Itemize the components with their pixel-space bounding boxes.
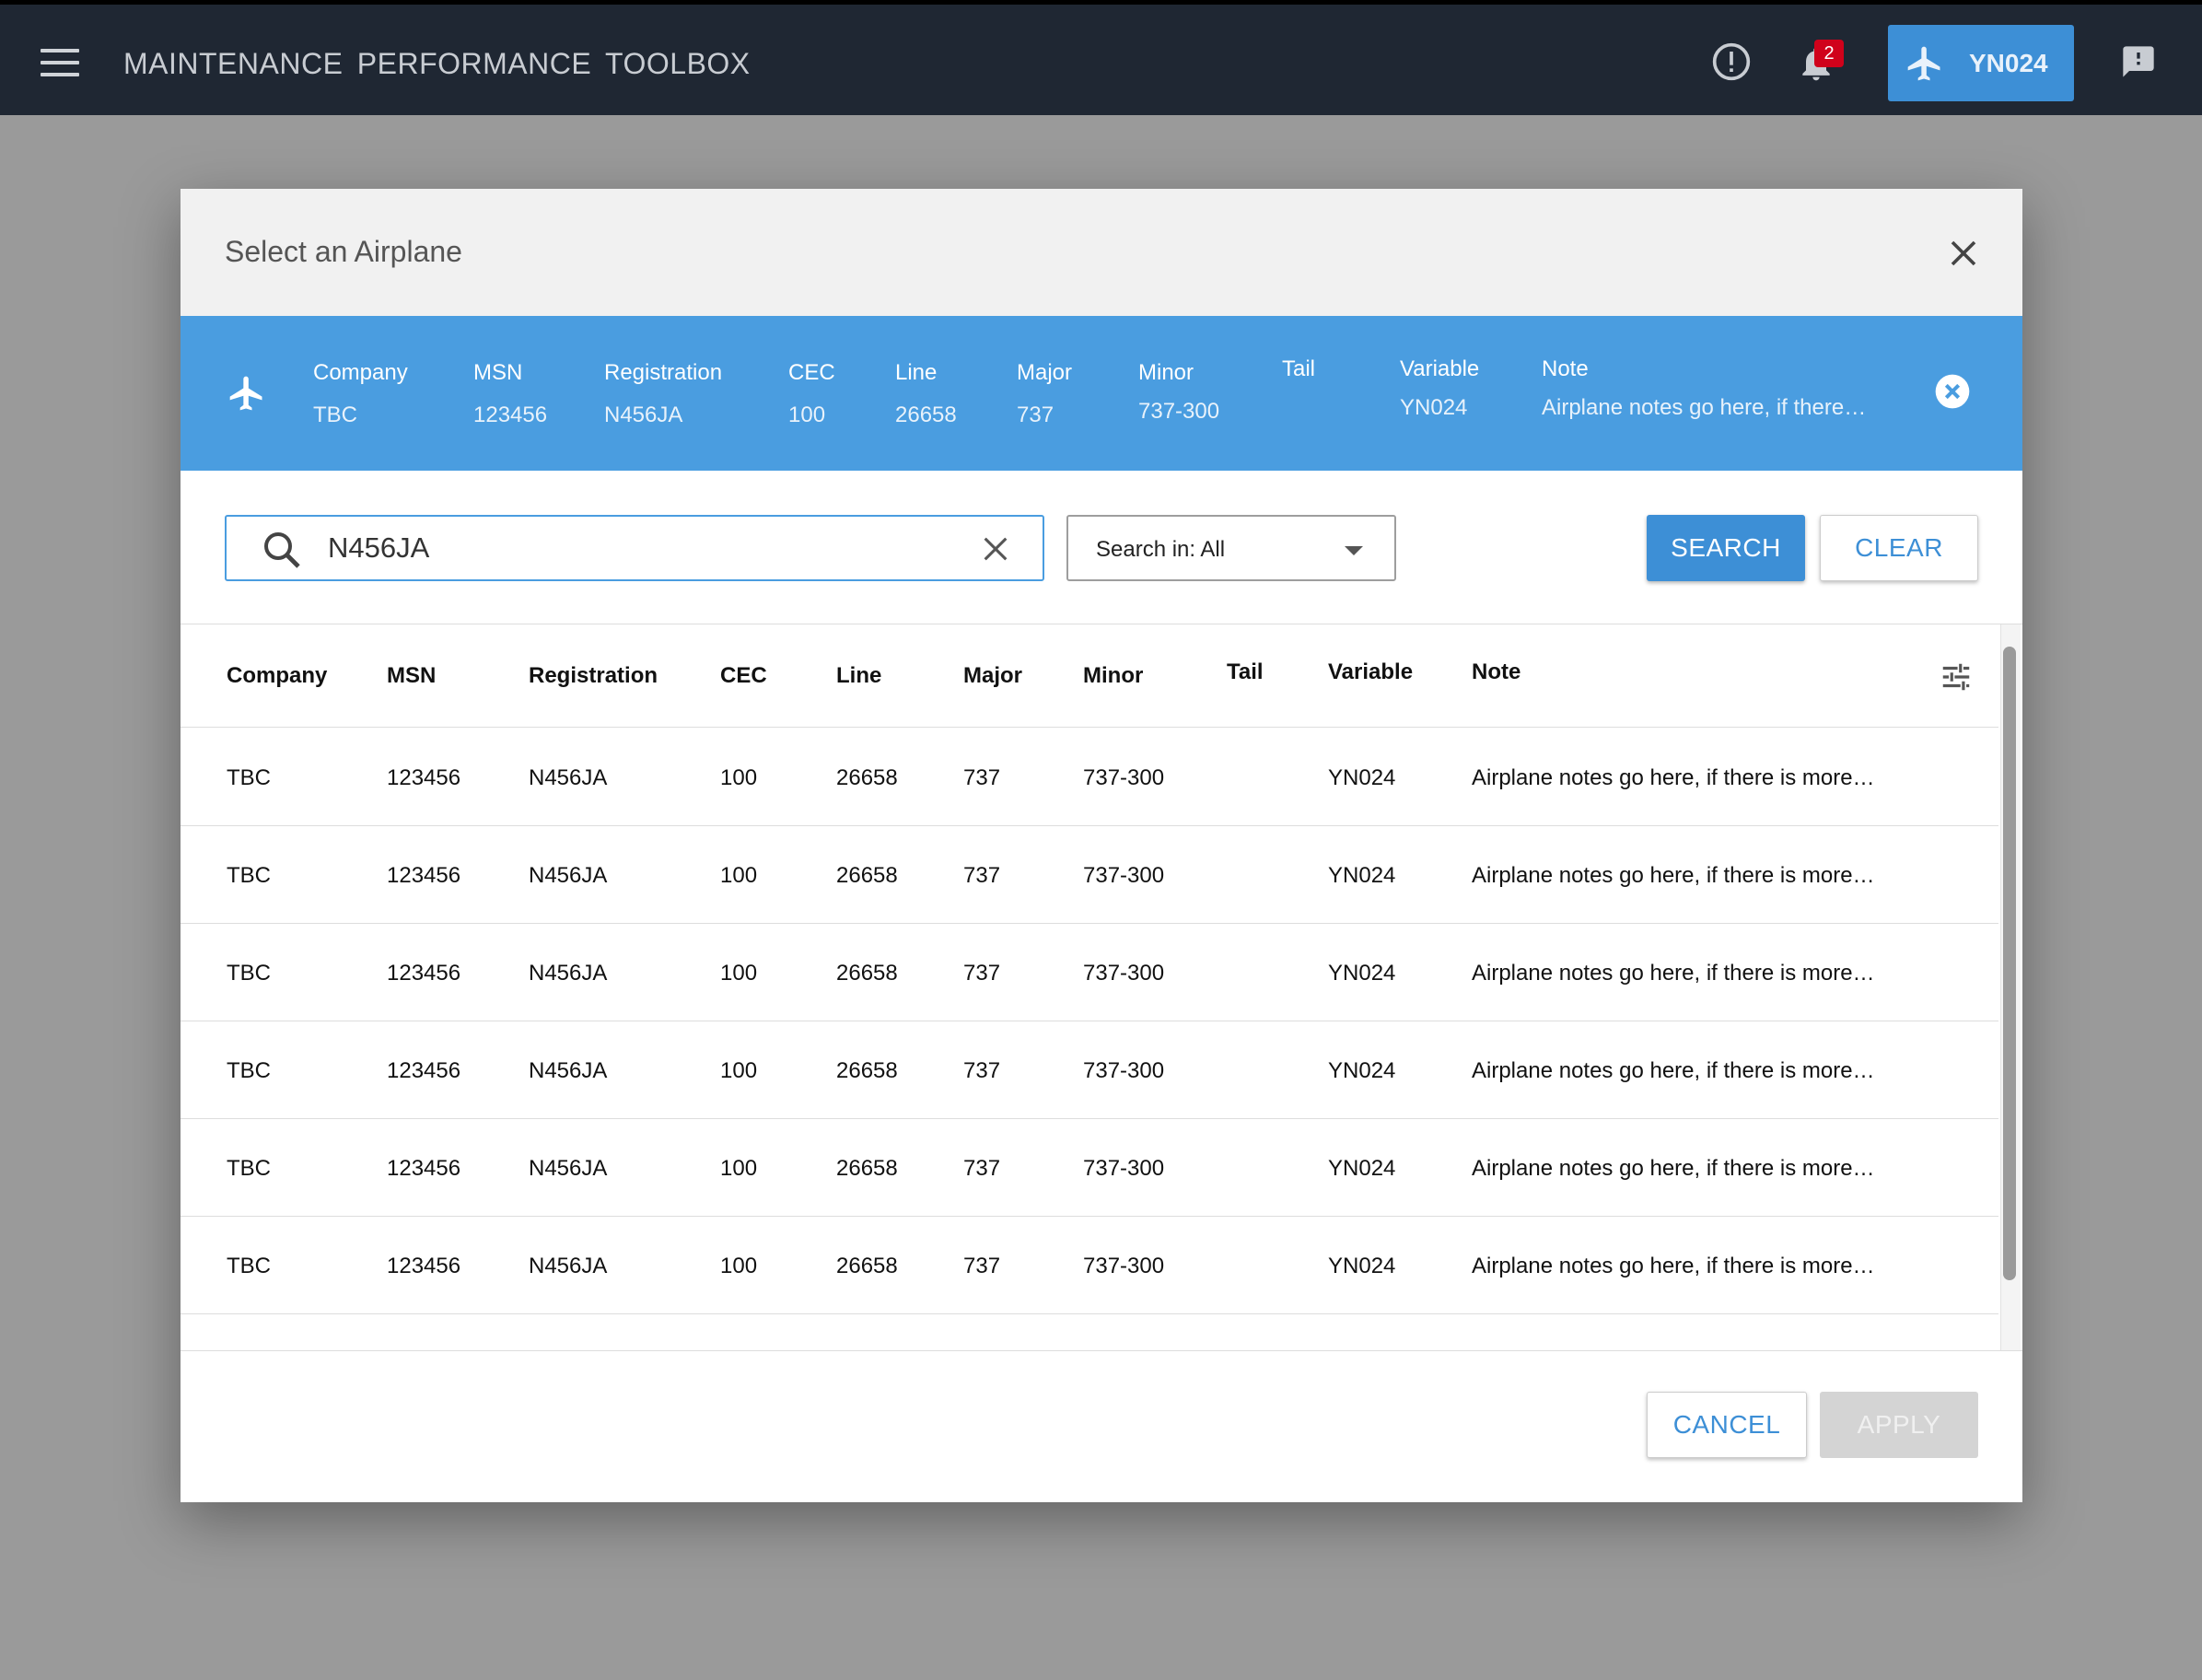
table-row[interactable]: TBC 123456 N456JA 100 26658 737 737-300 … (181, 729, 1998, 826)
search-button[interactable]: SEARCH (1647, 515, 1805, 581)
selected-field-company: Company TBC (313, 360, 408, 427)
search-scope-dropdown[interactable]: Search in: All (1066, 515, 1396, 581)
selected-airplane-chip[interactable]: YN024 (1888, 25, 2074, 101)
search-icon (264, 532, 300, 568)
column-header-note[interactable]: Note (1472, 659, 1520, 685)
clear-circle-icon[interactable] (1934, 373, 1971, 410)
search-scope-label: Search in: All (1096, 537, 1226, 562)
selected-field-note: Note Airplane notes go here, if there… (1542, 356, 1867, 420)
app-topbar: MAINTENANCE PERFORMANCE TOOLBOX 2 YN024 (0, 0, 2202, 115)
table-row[interactable]: TBC 123456 N456JA 100 26658 737 737-300 … (181, 1021, 1998, 1119)
alert-circle-icon[interactable] (1711, 41, 1752, 82)
close-icon[interactable] (980, 533, 1011, 565)
selected-field-major: Major 737 (1017, 360, 1073, 427)
airplane-icon (229, 376, 262, 411)
column-header-major[interactable]: Major (963, 663, 1022, 689)
search-input[interactable] (328, 528, 954, 568)
selected-field-tail: Tail (1282, 356, 1316, 381)
app-title: MAINTENANCE PERFORMANCE TOOLBOX (123, 47, 751, 80)
column-header-registration[interactable]: Registration (529, 663, 658, 689)
selected-field-variable: Variable YN024 (1400, 356, 1480, 420)
table-scrollbar-thumb[interactable] (2003, 647, 2016, 1280)
table-header: Company MSN Registration CEC Line Major … (181, 624, 1998, 728)
column-header-line[interactable]: Line (836, 663, 881, 689)
apply-button[interactable]: APPLY (1820, 1392, 1978, 1458)
caret-down-icon (1345, 546, 1363, 555)
column-header-msn[interactable]: MSN (387, 663, 436, 689)
dialog-header: Select an Airplane (181, 189, 2022, 316)
table-row[interactable]: TBC 123456 N456JA 100 26658 737 737-300 … (181, 1119, 1998, 1217)
selected-field-registration: Registration N456JA (604, 360, 723, 427)
column-header-company[interactable]: Company (227, 663, 327, 689)
table-row[interactable]: TBC 123456 N456JA 100 26658 737 737-300 … (181, 1217, 1998, 1314)
selected-field-minor: Minor 737-300 (1138, 360, 1220, 424)
airplane-chip-label: YN024 (1969, 49, 2048, 77)
feedback-icon[interactable] (2120, 43, 2157, 80)
airplane-icon (1907, 46, 1940, 81)
table-row[interactable]: TBC 123456 N456JA 100 26658 737 737-300 … (181, 826, 1998, 924)
table-row[interactable]: TBC 123456 N456JA 100 26658 737 737-300 … (181, 924, 1998, 1021)
select-airplane-dialog: Select an Airplane Company TBC MSN 12345… (181, 189, 2022, 1502)
clear-button[interactable]: CLEAR (1820, 515, 1978, 581)
selected-airplane-bar: Company TBC MSN 123456 Registration N456… (181, 316, 2022, 471)
column-header-tail[interactable]: Tail (1227, 659, 1264, 685)
hamburger-menu-icon[interactable] (41, 49, 81, 76)
results-table: Company MSN Registration CEC Line Major … (181, 624, 2022, 1351)
search-field[interactable] (225, 515, 1044, 581)
selected-field-line: Line 26658 (895, 360, 957, 427)
selected-field-msn: MSN 123456 (473, 360, 548, 427)
column-header-cec[interactable]: CEC (720, 663, 767, 689)
column-settings-icon[interactable] (1938, 659, 1975, 694)
column-header-minor[interactable]: Minor (1083, 663, 1143, 689)
close-icon[interactable] (1947, 237, 1980, 270)
notification-badge: 2 (1814, 40, 1844, 67)
dialog-title: Select an Airplane (225, 235, 462, 268)
cancel-button[interactable]: CANCEL (1647, 1392, 1807, 1458)
column-header-variable[interactable]: Variable (1328, 659, 1413, 685)
selected-field-cec: CEC 100 (788, 360, 835, 427)
